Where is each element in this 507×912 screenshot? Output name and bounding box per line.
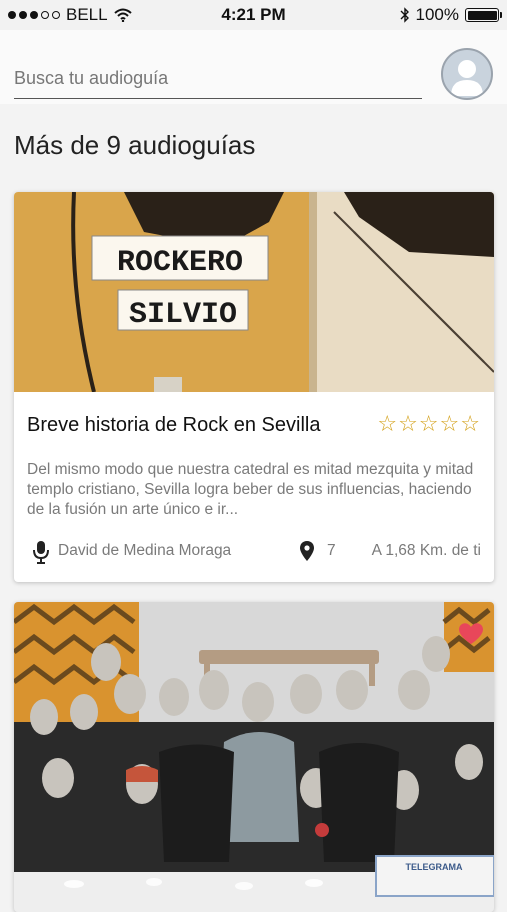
battery-label: 100%	[415, 5, 459, 24]
telegram-label: TELEGRAMA	[406, 862, 463, 872]
star-outline-icon: ☆	[418, 411, 439, 436]
card-distance: A 1,68 Km. de ti	[371, 542, 481, 559]
star-outline-icon: ☆	[439, 411, 460, 436]
audioguide-card[interactable]: ROCKERO SILVIO Breve historia de Rock en…	[14, 192, 494, 582]
status-right: 100%	[400, 5, 502, 25]
bluetooth-icon	[400, 7, 409, 23]
microphone-icon	[33, 541, 49, 564]
card-description: Del mismo modo que nuestra catedral es m…	[27, 461, 474, 518]
star-outline-icon: ☆	[377, 411, 398, 436]
star-outline-icon: ☆	[460, 411, 480, 436]
search-input[interactable]	[14, 58, 422, 99]
card-image-group-photo: TELEGRAMA	[14, 602, 494, 912]
card-image-rock-sign: ROCKERO SILVIO	[14, 192, 494, 392]
card-meta: David de Medina Moraga 7 A 1,68 Km. de t…	[27, 540, 481, 564]
location-pin-icon	[300, 541, 314, 561]
card-author: David de Medina Moraga	[58, 542, 232, 559]
card-image-sign-text: ROCKERO	[117, 246, 243, 280]
card-title: Breve historia de Rock en Sevilla	[27, 414, 321, 436]
card-stops-count: 7	[327, 542, 336, 559]
audioguide-card[interactable]: TELEGRAMA	[14, 602, 494, 912]
avatar[interactable]	[441, 48, 493, 100]
user-avatar-icon	[451, 60, 483, 96]
card-image-sign-text-2: SILVIO	[129, 298, 237, 332]
search-header	[0, 30, 507, 104]
section-title: Más de 9 audioguías	[14, 130, 256, 160]
battery-icon	[465, 8, 502, 22]
rating-stars: ☆ ☆ ☆ ☆ ☆	[377, 413, 480, 435]
status-bar: BELL 4:21 PM 100%	[0, 0, 507, 30]
favorite-heart-icon[interactable]	[458, 622, 484, 646]
star-outline-icon: ☆	[398, 411, 418, 436]
